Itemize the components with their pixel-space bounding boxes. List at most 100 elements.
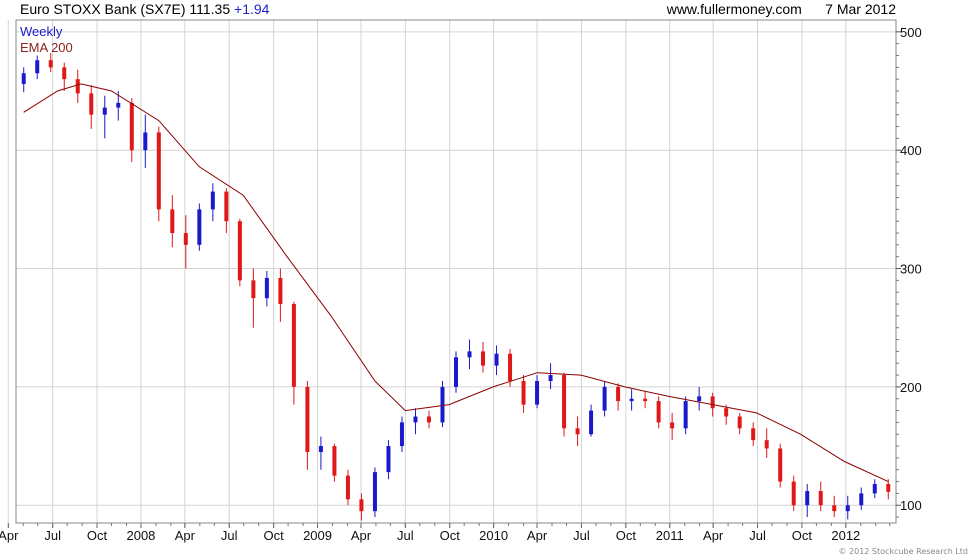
x-tick-label: Oct <box>87 528 108 543</box>
x-tick-label: Apr <box>175 528 196 543</box>
candle-body <box>454 357 458 387</box>
x-tick-label: Oct <box>616 528 637 543</box>
candle-body <box>183 233 188 245</box>
ema-200-line <box>23 83 889 483</box>
grid <box>7 20 896 523</box>
candle-body <box>291 304 296 387</box>
candle-body <box>656 401 661 423</box>
candle-body <box>778 448 783 482</box>
plot-frame <box>15 19 897 524</box>
weekly-candles <box>21 53 891 521</box>
candle-body <box>21 73 26 84</box>
legend: Weekly EMA 200 <box>20 24 73 55</box>
candle-body <box>602 386 607 411</box>
candle-body <box>237 221 242 281</box>
candle-body <box>318 446 323 452</box>
candle-body <box>791 481 796 506</box>
x-tick-label: Jul <box>749 528 766 543</box>
x-tick-label: Apr <box>527 528 548 543</box>
candle-body <box>683 401 688 429</box>
x-tick-label: Oct <box>440 528 461 543</box>
candle-body <box>278 278 283 305</box>
candle-body <box>116 102 121 108</box>
x-tick-label: Apr <box>703 528 724 543</box>
candle-body <box>75 79 80 94</box>
candle-body <box>210 191 215 210</box>
candle-body <box>737 416 742 429</box>
x-tick-label: Jul <box>397 528 414 543</box>
y-tick-label: 100 <box>900 498 922 513</box>
y-tick-label: 400 <box>900 143 922 158</box>
x-tick-label: Apr <box>0 528 19 543</box>
y-tick-label: 500 <box>900 25 922 40</box>
candle-body <box>724 408 729 417</box>
candle-body <box>616 386 621 402</box>
y-tick-label: 200 <box>900 380 922 395</box>
copyright-credit: © 2012 Stockcube Research Ltd <box>838 547 968 556</box>
x-tick-label: 2009 <box>303 528 332 543</box>
candle-body <box>751 428 756 441</box>
x-tick-label: 2008 <box>126 528 155 543</box>
x-tick-label: 2011 <box>656 528 684 543</box>
candle-body <box>143 132 148 151</box>
candle-body <box>386 446 391 473</box>
candle-body <box>832 505 837 512</box>
chart: Euro STOXX Bank (SX7E) 111.35 +1.94 www.… <box>0 0 980 560</box>
candle-body <box>521 380 526 405</box>
candle-body <box>575 428 580 435</box>
candle-body <box>264 278 269 299</box>
candle-body <box>359 499 364 512</box>
candle-body <box>372 472 377 512</box>
legend-ema-200: EMA 200 <box>20 40 73 55</box>
axes: 100 200 300 400 500 Apr Jul Oct 2008 Apr Jul Oct 200… <box>0 25 922 543</box>
x-tick-label: Jul <box>44 528 61 543</box>
candle-body <box>426 416 431 423</box>
x-tick-label: Apr <box>351 528 372 543</box>
candle-body <box>508 353 513 381</box>
legend-weekly: Weekly <box>20 24 63 39</box>
candle-body <box>129 102 134 151</box>
candle-body <box>89 93 94 115</box>
x-tick-label: Oct <box>264 528 285 543</box>
candle-body <box>305 386 310 452</box>
x-tick-label: Jul <box>221 528 238 543</box>
candle-body <box>535 380 540 405</box>
x-tick-label: Oct <box>792 528 813 543</box>
candle-body <box>467 351 472 358</box>
candle-body <box>562 375 567 429</box>
candle-body <box>845 505 850 512</box>
candle-body <box>48 60 53 68</box>
x-tick-label: 2010 <box>479 528 508 543</box>
candle-body <box>670 422 675 429</box>
candle-body <box>764 440 769 449</box>
candle-body <box>710 396 715 409</box>
candle-body <box>251 280 256 299</box>
candle-body <box>886 483 891 492</box>
price-chart-svg: 100 200 300 400 500 Apr Jul Oct 2008 Apr Jul Oct 200… <box>0 19 968 556</box>
candle-body <box>872 483 877 494</box>
candle-body <box>170 209 175 234</box>
candle-body <box>102 107 107 115</box>
candle-body <box>548 375 553 381</box>
candle-body <box>156 132 161 210</box>
x-tick-label: Jul <box>573 528 590 543</box>
candle-body <box>35 60 40 74</box>
candle-body <box>62 67 67 80</box>
candle-body <box>818 491 823 506</box>
candle-body <box>224 191 229 222</box>
candle-body <box>481 351 486 366</box>
candle-body <box>345 475 350 500</box>
candle-body <box>589 410 594 435</box>
candle-body <box>413 416 418 423</box>
candle-body <box>629 398 634 402</box>
candle-body <box>805 491 810 506</box>
candle-body <box>197 209 202 245</box>
candle-body <box>697 396 702 402</box>
candle-body <box>399 422 404 447</box>
candle-body <box>859 493 864 506</box>
y-tick-label: 300 <box>900 262 922 277</box>
x-tick-label: 2012 <box>831 528 860 543</box>
candle-body <box>643 398 648 402</box>
candle-body <box>494 353 499 366</box>
candle-body <box>332 446 337 476</box>
